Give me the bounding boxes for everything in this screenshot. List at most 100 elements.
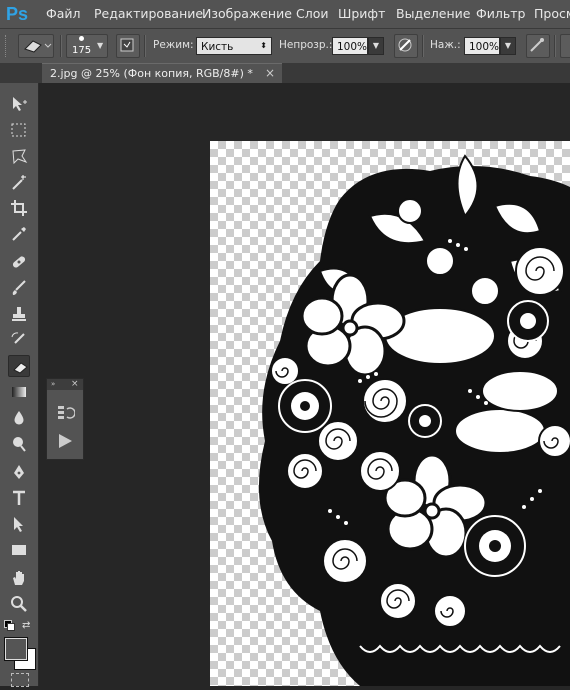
history-panel-button[interactable] — [55, 403, 76, 423]
menu-image[interactable]: Изображение — [202, 6, 292, 21]
menu-select[interactable]: Выделение — [396, 6, 470, 21]
chevron-down-icon: ▼ — [97, 41, 104, 50]
eyedropper-tool[interactable] — [8, 223, 30, 245]
doodle-artwork — [258, 154, 570, 686]
default-colors-icon[interactable] — [4, 620, 15, 631]
path-select-icon — [14, 517, 23, 532]
lasso-icon — [12, 149, 28, 165]
clone-stamp-tool[interactable] — [8, 303, 30, 325]
opacity-dropdown[interactable]: ▼ — [368, 37, 384, 55]
pressure-opacity-button[interactable] — [394, 34, 418, 58]
eraser-tool[interactable] — [8, 355, 30, 377]
pen-icon — [14, 465, 24, 479]
brush-size-picker[interactable]: 175 ▼ — [66, 34, 108, 58]
move-tool[interactable] — [8, 93, 30, 115]
app-logo: Ps — [6, 4, 29, 24]
airbrush-icon — [530, 38, 544, 52]
document-tab-title: 2.jpg @ 25% (Фон копия, RGB/8#) * — [50, 67, 253, 80]
opacity-value: 100% — [337, 41, 368, 53]
opacity-input[interactable]: 100% — [332, 37, 368, 55]
tools-panel: » — [0, 63, 39, 687]
dodge-tool[interactable] — [8, 433, 30, 455]
zoom-icon — [11, 596, 27, 612]
brush-panel-toggle[interactable] — [116, 34, 140, 58]
separator — [60, 35, 62, 57]
actions-panel-button[interactable] — [55, 431, 75, 451]
separator — [422, 35, 424, 57]
panel-header[interactable]: » × — [47, 379, 83, 390]
menu-type[interactable]: Шрифт — [338, 6, 385, 21]
foreground-color-swatch[interactable] — [4, 637, 28, 661]
type-tool[interactable] — [8, 487, 30, 509]
document-tabs: 2.jpg @ 25% (Фон копия, RGB/8#) * × — [0, 63, 570, 83]
flow-value: 100% — [469, 41, 500, 53]
document-tab[interactable]: 2.jpg @ 25% (Фон копия, RGB/8#) * × — [42, 63, 282, 83]
pen-tool[interactable] — [8, 461, 30, 483]
marquee-icon — [11, 123, 26, 137]
floating-actions-panel: » × — [46, 378, 84, 460]
stamp-icon — [12, 307, 26, 321]
opacity-label: Непрозр.: — [279, 39, 333, 51]
brush-tip-icon — [79, 36, 84, 41]
healing-brush-tool[interactable] — [8, 251, 30, 273]
separator — [144, 35, 146, 57]
type-icon — [13, 490, 25, 505]
gradient-tool[interactable] — [8, 381, 30, 403]
flow-dropdown[interactable]: ▼ — [500, 37, 516, 55]
options-bar: 175 ▼ Режим: Кисть ⬍ Непрозр.: 100% ▼ На… — [0, 29, 570, 64]
menu-filter[interactable]: Фильтр — [476, 6, 525, 21]
menu-layers[interactable]: Слои — [296, 6, 329, 21]
bandage-icon — [12, 256, 26, 268]
menu-view[interactable]: Просм — [534, 6, 570, 21]
quick-mask-icon[interactable] — [11, 673, 29, 687]
brush-size-value: 175 — [72, 45, 92, 56]
menu-edit[interactable]: Редактирование — [94, 6, 203, 21]
zoom-tool[interactable] — [8, 593, 30, 615]
history-brush-icon — [11, 332, 25, 344]
menu-bar: Ps Файл Редактирование Изображение Слои … — [0, 0, 570, 29]
lasso-tool[interactable] — [8, 145, 30, 167]
pressure-icon — [398, 38, 412, 52]
flow-label: Наж.: — [430, 39, 461, 51]
hand-icon — [13, 571, 24, 585]
mode-value: Кисть — [201, 41, 234, 53]
canvas-area[interactable] — [39, 83, 570, 686]
brush-icon — [12, 280, 26, 295]
history-brush-tool[interactable] — [8, 329, 30, 351]
erase-to-history-button[interactable] — [560, 34, 570, 58]
airbrush-button[interactable] — [526, 34, 550, 58]
mode-select[interactable]: Кисть ⬍ — [196, 37, 272, 55]
separator — [554, 35, 556, 57]
magic-wand-icon — [12, 175, 26, 190]
marquee-tool[interactable] — [8, 119, 30, 141]
eyedropper-icon — [12, 227, 26, 241]
play-icon — [59, 434, 72, 448]
crop-tool[interactable] — [8, 197, 30, 219]
options-grip[interactable] — [5, 35, 9, 57]
eraser-icon — [24, 40, 52, 53]
brush-tool[interactable] — [8, 277, 30, 299]
path-selection-tool[interactable] — [8, 513, 30, 535]
brush-panel-icon — [120, 38, 134, 52]
swap-colors-icon[interactable]: ⇄ — [22, 620, 30, 631]
eraser-icon — [13, 362, 28, 374]
panel-collapse[interactable]: » — [51, 379, 55, 390]
updown-icon: ⬍ — [260, 41, 267, 50]
mode-label: Режим: — [153, 39, 194, 51]
hand-tool[interactable] — [8, 567, 30, 589]
document-canvas[interactable] — [210, 141, 570, 686]
flow-input[interactable]: 100% — [464, 37, 500, 55]
history-icon — [58, 406, 76, 419]
tool-preset-picker[interactable] — [18, 34, 54, 58]
rectangle-tool[interactable] — [8, 539, 30, 561]
blur-tool[interactable] — [8, 407, 30, 429]
crop-icon — [11, 200, 27, 216]
rectangle-icon — [12, 545, 26, 555]
close-icon[interactable]: × — [71, 379, 79, 390]
drop-icon — [14, 411, 24, 425]
magic-wand-tool[interactable] — [8, 171, 30, 193]
move-icon — [13, 97, 27, 111]
close-icon[interactable]: × — [265, 66, 275, 80]
dodge-icon — [13, 437, 26, 452]
menu-file[interactable]: Файл — [46, 6, 81, 21]
